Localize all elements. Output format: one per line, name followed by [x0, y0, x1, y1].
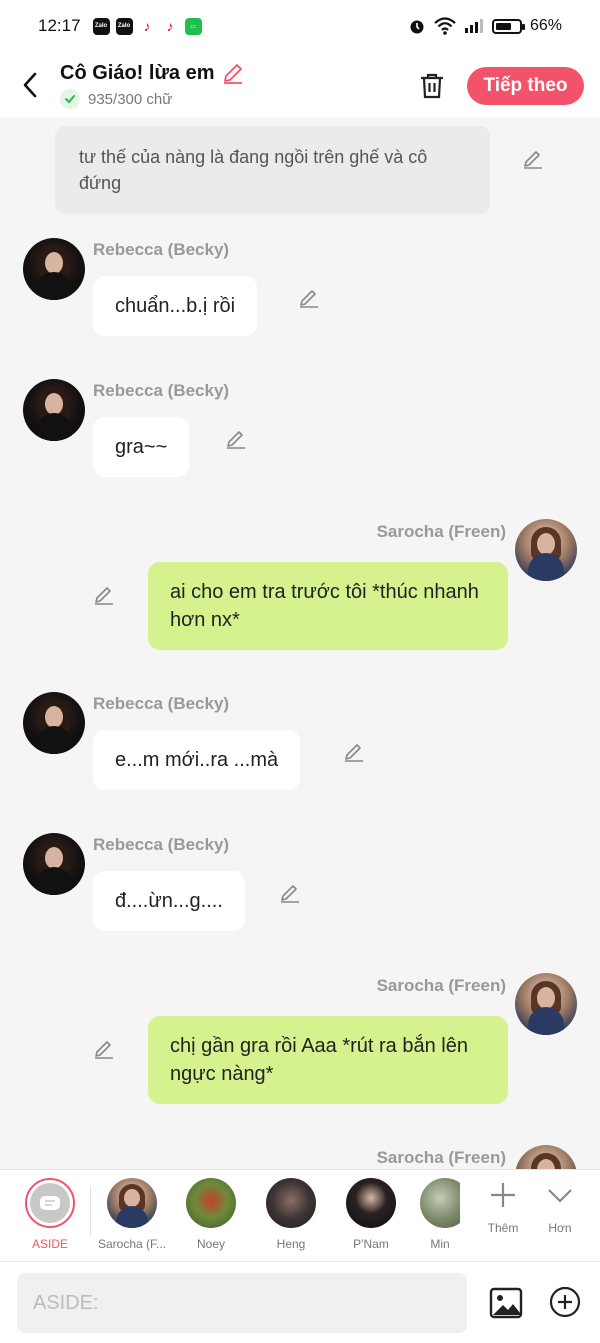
message-bubble[interactable]: đ....ừn...g.... — [93, 871, 245, 931]
avatar-freen[interactable] — [515, 1145, 577, 1169]
wifi-icon — [434, 17, 456, 35]
story-title-block: Cô Giáo! lừa em 935/300 chữ — [60, 61, 245, 109]
alarm-icon — [410, 20, 424, 34]
character-label: Min — [430, 1237, 450, 1251]
chat-area[interactable]: tư thế của nàng là đang ngồi trên ghế và… — [0, 118, 600, 1169]
chevron-left-icon — [23, 72, 37, 98]
expand-characters-label: Hơn — [548, 1221, 572, 1235]
character-pnam[interactable]: P'Nam — [333, 1178, 409, 1251]
battery-icon — [491, 18, 525, 34]
character-avatar — [346, 1178, 396, 1228]
expand-characters-button[interactable]: Hơn — [535, 1180, 585, 1235]
message-icon — [40, 1196, 60, 1210]
message-bubble[interactable]: gra~~ — [93, 417, 190, 477]
plus-circle-icon — [549, 1286, 581, 1318]
pencil-icon — [524, 151, 542, 169]
trash-icon — [421, 73, 443, 99]
header: Cô Giáo! lừa em 935/300 chữ Tiếp theo — [0, 52, 600, 118]
character-avatar — [107, 1178, 157, 1228]
zalo-icon: Zalo — [92, 17, 110, 35]
avatar-becky[interactable] — [23, 379, 85, 441]
battery-percent: 66% — [529, 17, 562, 34]
sender-name: Rebecca (Becky) — [93, 240, 230, 259]
next-button[interactable]: Tiếp theo — [467, 67, 584, 105]
avatar-becky[interactable] — [23, 692, 85, 754]
avatar-becky[interactable] — [23, 833, 85, 895]
notification-icons: Zalo Zalo ♪ ♪ ▭ — [92, 17, 202, 35]
character-selector: ASIDE Sarocha (F... Noey Heng P'Nam Min … — [0, 1169, 600, 1261]
messages-icon: ▭ — [184, 17, 202, 35]
zalo-icon: Zalo — [115, 17, 133, 35]
message-input[interactable] — [17, 1273, 467, 1333]
character-label: ASIDE — [31, 1237, 68, 1251]
word-count: 935/300 chữ — [88, 90, 173, 108]
pencil-icon — [95, 1041, 113, 1059]
character-avatar — [186, 1178, 236, 1228]
delete-button[interactable] — [414, 68, 450, 104]
pencil-icon — [300, 290, 318, 308]
sender-name: Sarocha (Freen) — [376, 976, 506, 995]
message-bubble[interactable]: ai cho em tra trước tôi *thúc nhanh hơn … — [148, 562, 508, 650]
status-time: 12:17 — [38, 16, 81, 35]
back-button[interactable] — [0, 52, 60, 118]
chevron-down-icon — [548, 1189, 572, 1203]
system-icons: 66% — [408, 17, 562, 35]
status-bar: 12:17 Zalo Zalo ♪ ♪ ▭ 66% — [0, 0, 600, 52]
sender-name: Sarocha (Freen) — [376, 522, 506, 541]
pencil-icon — [281, 885, 299, 903]
avatar-freen[interactable] — [515, 519, 577, 581]
divider — [90, 1186, 91, 1236]
battery-fill — [495, 22, 511, 30]
sender-name: Sarocha (Freen) — [376, 1148, 506, 1167]
pencil-icon — [227, 431, 245, 449]
plus-icon — [491, 1183, 515, 1207]
character-noey[interactable]: Noey — [173, 1178, 249, 1251]
character-avatar — [420, 1178, 460, 1228]
input-bar — [0, 1261, 600, 1343]
character-aside[interactable]: ASIDE — [12, 1178, 88, 1251]
add-character-label: Thêm — [487, 1221, 519, 1235]
edit-message-button[interactable] — [296, 285, 322, 311]
check-icon — [60, 89, 80, 109]
add-button[interactable] — [549, 1286, 583, 1320]
edit-title-icon[interactable] — [221, 61, 245, 85]
message-bubble[interactable]: e...m mới..ra ...mà — [93, 730, 301, 790]
insert-image-button[interactable] — [489, 1286, 525, 1322]
edit-message-button[interactable] — [91, 582, 117, 608]
edit-message-button[interactable] — [223, 426, 249, 452]
pencil-icon — [345, 744, 363, 762]
character-label: P'Nam — [353, 1237, 389, 1251]
add-character-button[interactable]: Thêm — [478, 1180, 528, 1235]
sender-name: Rebecca (Becky) — [93, 835, 230, 854]
aside-avatar — [25, 1178, 75, 1228]
character-avatar — [266, 1178, 316, 1228]
edit-message-button[interactable] — [277, 880, 303, 906]
character-label: Noey — [196, 1237, 225, 1251]
tiktok-icon: ♪ — [166, 18, 174, 34]
story-title-row[interactable]: Cô Giáo! lừa em — [60, 61, 245, 85]
pencil-icon — [95, 587, 113, 605]
avatar-becky[interactable] — [23, 238, 85, 300]
avatar-freen[interactable] — [515, 973, 577, 1035]
character-min[interactable]: Min — [420, 1178, 460, 1251]
character-label: Sarocha (F... — [97, 1237, 167, 1251]
edit-message-button[interactable] — [91, 1036, 117, 1062]
image-icon — [489, 1287, 523, 1319]
edit-aside-button[interactable] — [520, 146, 546, 172]
aside-message[interactable]: tư thế của nàng là đang ngồi trên ghế và… — [55, 126, 490, 214]
word-count-row: 935/300 chữ — [60, 89, 245, 109]
message-bubble[interactable]: chị gần gra rồi Aaa *rút ra bắn lên ngực… — [148, 1016, 508, 1104]
sender-name: Rebecca (Becky) — [93, 694, 230, 713]
character-heng[interactable]: Heng — [253, 1178, 329, 1251]
story-title: Cô Giáo! lừa em — [60, 61, 215, 84]
signal-icon — [464, 19, 483, 33]
edit-message-button[interactable] — [341, 739, 367, 765]
character-sarocha[interactable]: Sarocha (F... — [94, 1178, 170, 1251]
tiktok-icon: ♪ — [143, 18, 151, 34]
character-label: Heng — [276, 1237, 306, 1251]
sender-name: Rebecca (Becky) — [93, 381, 230, 400]
message-bubble[interactable]: chuẩn...b.ị rồi — [93, 276, 258, 336]
